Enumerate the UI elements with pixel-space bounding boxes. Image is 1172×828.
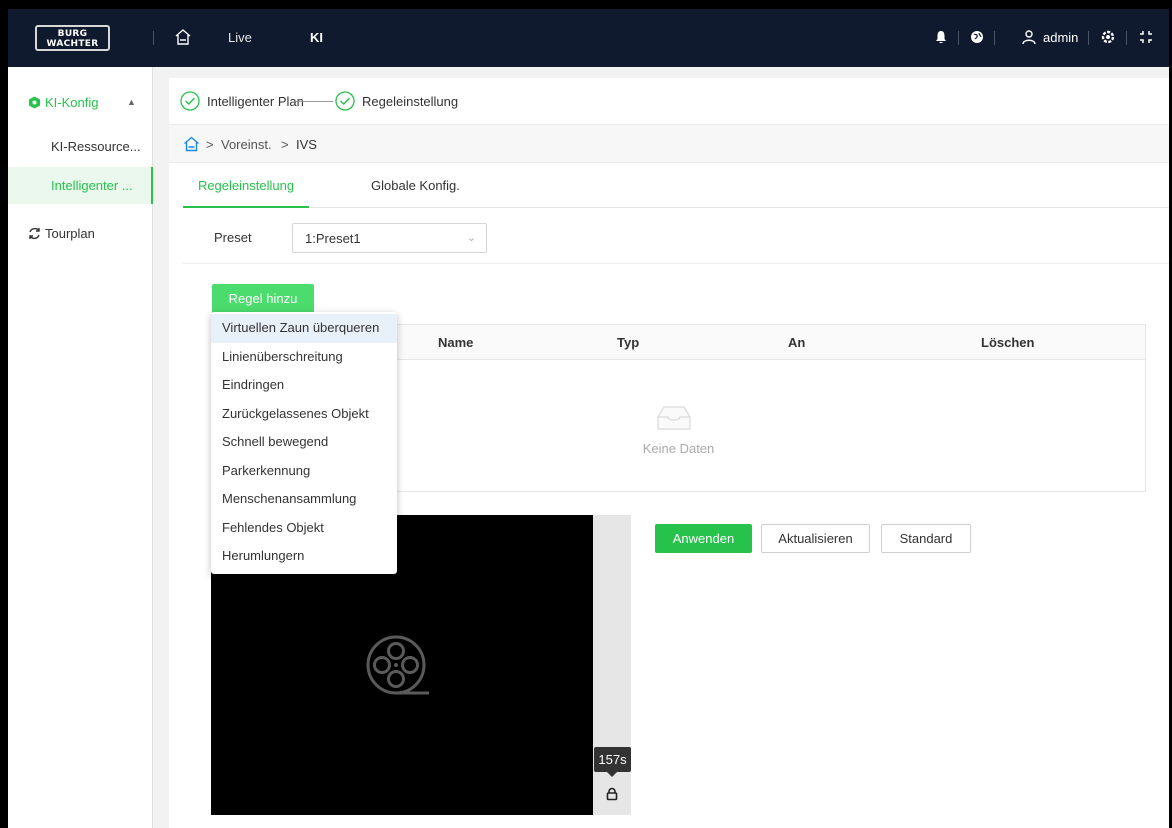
- breadcrumb-separator: >: [206, 137, 214, 152]
- brand-line2: WACHTER: [46, 39, 99, 49]
- sidebar: KI-Konfig ▲ KI-Ressource... Intelligente…: [8, 67, 153, 828]
- user-icon[interactable]: [1021, 29, 1037, 45]
- sidebar-item-tourplan[interactable]: Tourplan: [8, 215, 153, 252]
- divider: [1088, 31, 1089, 45]
- rule-type-menu: Virtuellen Zaun überqueren Linienübersch…: [211, 312, 397, 574]
- fullscreen-icon[interactable]: [1138, 29, 1154, 45]
- user-name[interactable]: admin: [1043, 30, 1078, 45]
- menu-item-crowd-gathering[interactable]: Menschenansammlung: [211, 485, 397, 514]
- menu-item-missing-object[interactable]: Fehlendes Objekt: [211, 514, 397, 543]
- check-circle-icon: [180, 91, 200, 111]
- lock-icon[interactable]: [605, 787, 619, 801]
- step-label: Intelligenter Plan: [207, 94, 304, 109]
- step-label: Regeleinstellung: [362, 94, 459, 109]
- menu-item-intrusion[interactable]: Eindringen: [211, 371, 397, 400]
- menu-item-line-crossing[interactable]: Linienüberschreitung: [211, 343, 397, 372]
- menu-item-abandoned-object[interactable]: Zurückgelassenes Objekt: [211, 400, 397, 429]
- home-icon[interactable]: [183, 136, 200, 152]
- breadcrumb: > Voreinst. > IVS: [169, 125, 1169, 163]
- preset-value: 1:Preset1: [305, 231, 361, 246]
- preset-label: Preset: [214, 230, 252, 245]
- breadcrumb-voreinst[interactable]: Voreinst.: [221, 137, 272, 152]
- chevron-up-icon: ▲: [127, 97, 136, 107]
- apply-button[interactable]: Anwenden: [655, 524, 752, 553]
- menu-item-virtual-fence[interactable]: Virtuellen Zaun überqueren: [211, 314, 397, 343]
- nav-live[interactable]: Live: [228, 30, 252, 45]
- sidebar-item-ki-konfig[interactable]: KI-Konfig ▲: [8, 84, 153, 121]
- sidebar-item-ki-ressource[interactable]: KI-Ressource...: [8, 128, 153, 165]
- menu-item-parking-detection[interactable]: Parkerkennung: [211, 457, 397, 486]
- breadcrumb-separator: >: [281, 137, 289, 152]
- sidebar-item-intelligenter-plan[interactable]: Intelligenter ...: [8, 167, 153, 204]
- step-indicator: Intelligenter Plan Regeleinstellung: [169, 78, 1169, 125]
- sidebar-item-label: KI-Konfig: [45, 95, 99, 110]
- brand-logo: BURG WACHTER: [35, 25, 110, 51]
- divider: [994, 31, 995, 45]
- chevron-down-icon: ⌄: [466, 232, 476, 244]
- nav-ki[interactable]: KI: [310, 30, 323, 45]
- top-bar: BURG WACHTER Live KI admin: [8, 9, 1169, 67]
- preset-row: Preset 1:Preset1 ⌄: [183, 208, 1169, 264]
- check-circle-icon: [335, 91, 355, 111]
- default-button[interactable]: Standard: [881, 524, 971, 553]
- sidebar-item-label: Tourplan: [45, 226, 95, 241]
- divider: [153, 31, 154, 45]
- tab-globale-konfig[interactable]: Globale Konfig.: [371, 163, 460, 208]
- app-window: BURG WACHTER Live KI admin KI-Konfig ▲ K…: [8, 9, 1169, 828]
- brand-line1: BURG: [57, 29, 88, 39]
- home-icon[interactable]: [174, 28, 192, 46]
- step-connector: [296, 101, 333, 102]
- divider: [958, 31, 959, 45]
- sidebar-item-label: Intelligenter ...: [51, 178, 133, 193]
- column-header-typ: Typ: [617, 335, 640, 350]
- bell-icon[interactable]: [933, 29, 949, 45]
- column-header-loeschen: Löschen: [981, 335, 1035, 350]
- divider: [1126, 31, 1127, 45]
- tab-regeleinstellung[interactable]: Regeleinstellung: [183, 163, 309, 208]
- film-reel-icon: [366, 635, 429, 695]
- globe-icon[interactable]: [969, 29, 985, 45]
- column-header-an: An: [788, 335, 806, 350]
- column-header-name: Name: [438, 335, 474, 350]
- add-rule-button[interactable]: Regel hinzu: [212, 284, 314, 314]
- preset-select[interactable]: 1:Preset1 ⌄: [292, 223, 487, 253]
- refresh-icon: [29, 227, 40, 240]
- menu-item-loitering[interactable]: Herumlungern: [211, 542, 397, 571]
- menu-item-fast-moving[interactable]: Schnell bewegend: [211, 428, 397, 457]
- refresh-button[interactable]: Aktualisieren: [761, 524, 870, 553]
- tab-bar: Regeleinstellung Globale Konfig.: [183, 163, 1169, 208]
- tooltip-arrow: [607, 772, 617, 777]
- empty-inbox-icon: [657, 406, 691, 430]
- breadcrumb-ivs: IVS: [296, 137, 317, 152]
- gear-icon[interactable]: [1100, 29, 1116, 45]
- timer-badge: 157s: [594, 747, 631, 772]
- ki-icon: [29, 96, 40, 109]
- sidebar-item-label: KI-Ressource...: [51, 139, 141, 154]
